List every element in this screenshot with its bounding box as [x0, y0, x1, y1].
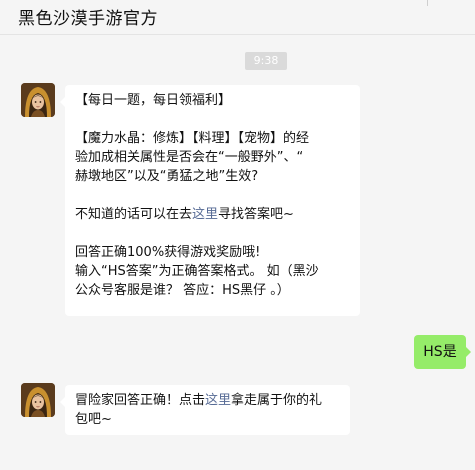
format-line-1: 输入“HS答案”为正确答案格式。 如（黑沙	[75, 264, 319, 279]
result-text-after: 拿走属于你的礼	[231, 393, 323, 408]
hint-text-before: 不知道的话可以在去	[75, 207, 193, 222]
message-bubble-quiz: 【每日一题，每日领福利】 【魔力水晶：修炼】【料理】【宠物】的经 验加成相关属性…	[60, 85, 360, 316]
chat-header: 黑色沙漠手游官方	[0, 0, 475, 35]
hint-line: 不知道的话可以在去这里寻找答案吧~	[75, 205, 350, 224]
official-avatar[interactable]	[21, 83, 55, 117]
message-bubble-result: 冒险家回答正确！点击这里拿走属于你的礼 包吧~	[60, 385, 350, 435]
quiz-question-line-2: 验加成相关属性是否会在“一般野外”、“	[75, 150, 304, 165]
user-message-bubble: HS是	[414, 335, 471, 369]
spacer-line	[75, 186, 350, 205]
answer-link[interactable]: 这里	[192, 207, 218, 222]
official-avatar[interactable]	[21, 383, 55, 417]
quiz-question-line-1: 【魔力水晶：修炼】【料理】【宠物】的经	[75, 131, 310, 146]
spacer-line	[75, 110, 350, 129]
result-text-before: 冒险家回答正确！点击	[75, 393, 206, 408]
hint-text-after: 寻找答案吧~	[218, 207, 294, 222]
quiz-heading: 【每日一题，每日领福利】	[75, 93, 232, 108]
gift-link[interactable]: 这里	[205, 393, 231, 408]
avatar-hooded-character-icon	[21, 383, 55, 417]
format-line-2: 公众号客服是谁？ 答应：HS黑仔 。）	[75, 283, 290, 298]
spacer-line	[75, 224, 350, 243]
result-line-1: 冒险家回答正确！点击这里拿走属于你的礼	[75, 391, 340, 410]
message-timestamp: 9:38	[245, 52, 287, 70]
header-divider	[427, 0, 428, 6]
chat-title: 黑色沙漠手游官方	[18, 9, 158, 29]
quiz-question-line-3: 赫墩地区”以及“勇猛之地”生效?	[75, 169, 259, 184]
reward-line: 回答正确100%获得游戏奖励哦!	[75, 245, 261, 260]
result-line-2: 包吧~	[75, 412, 112, 427]
avatar-hooded-character-icon	[21, 83, 55, 117]
